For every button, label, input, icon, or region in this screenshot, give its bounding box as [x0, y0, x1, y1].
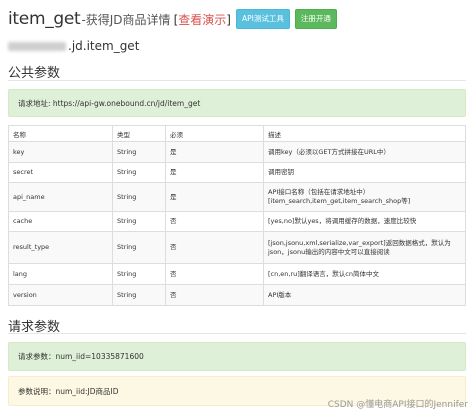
param-name: version — [8, 284, 113, 306]
param-type: String — [112, 284, 166, 306]
param-type: String — [112, 182, 166, 212]
demo-link-text[interactable]: 查看演示 — [178, 13, 226, 27]
param-type: String — [112, 141, 166, 163]
page-subtitle: -获得JD商品详情 — [81, 12, 171, 27]
table-row: api_name String 是 API接口名称（包括在请求地址中）[item… — [8, 182, 466, 212]
param-type: String — [112, 231, 166, 264]
column-header-required: 必须 — [165, 125, 264, 142]
request-url-text: 请求地址: https://api-gw.onebound.cn/jd/item… — [18, 98, 201, 108]
table-row: secret String 是 调用密钥 — [8, 162, 466, 183]
param-required: 是 — [165, 141, 264, 163]
column-header-type: 类型 — [112, 125, 166, 142]
param-name: lang — [8, 263, 113, 285]
param-required: 是 — [165, 182, 264, 212]
param-type: String — [112, 162, 166, 183]
table-header-row: 名称 类型 必须 描述 — [8, 125, 466, 142]
page-header: item_get -获得JD商品详情 [查看演示] API测试工具 注册开通 — [8, 8, 337, 30]
param-description: API版本 — [263, 284, 466, 306]
param-type: String — [112, 263, 166, 285]
param-type: String — [112, 211, 166, 232]
param-required: 否 — [165, 211, 264, 232]
param-description: [json,jsonu,xml,serialize,var_export]返回数… — [263, 231, 466, 264]
register-button[interactable]: 注册开通 — [294, 9, 337, 29]
param-description-text: 参数说明：num_iid:JD商品ID — [18, 386, 119, 396]
api-test-tool-button[interactable]: API测试工具 — [235, 9, 290, 29]
param-required: 否 — [165, 284, 264, 306]
param-required: 否 — [165, 263, 264, 285]
table-row: key String 是 调用key（必须以GET方式拼接在URL中） — [8, 141, 466, 163]
param-description: 调用key（必须以GET方式拼接在URL中） — [263, 141, 466, 163]
param-description: API接口名称（包括在请求地址中）[item_search,item_get,i… — [263, 182, 466, 212]
divider — [8, 80, 466, 81]
column-header-description: 描述 — [263, 125, 466, 142]
param-required: 否 — [165, 231, 264, 264]
param-description: [yes,no]默认yes，将调用缓存的数据，速度比较快 — [263, 211, 466, 232]
table-row: lang String 否 [cn,en,ru]翻译语言，默认cn简体中文 — [8, 263, 466, 285]
table-row: version String 否 API版本 — [8, 284, 466, 306]
blurred-text — [8, 41, 66, 51]
param-description: [cn,en,ru]翻译语言，默认cn简体中文 — [263, 263, 466, 285]
table-row: result_type String 否 [json,jsonu,xml,ser… — [8, 231, 466, 264]
param-name: key — [8, 141, 113, 163]
api-name-text: .jd.item_get — [68, 39, 140, 53]
param-name: api_name — [8, 182, 113, 212]
watermark: CSDN @懂电商API接口的Jennifer — [327, 400, 468, 410]
param-name: cache — [8, 211, 113, 232]
page-title: item_get — [8, 9, 81, 29]
param-required: 是 — [165, 162, 264, 183]
param-name: secret — [8, 162, 113, 183]
param-name: result_type — [8, 231, 113, 264]
column-header-name: 名称 — [8, 125, 113, 142]
request-url-alert: 请求地址: https://api-gw.onebound.cn/jd/item… — [8, 89, 466, 117]
request-example-alert: 请求参数：num_iid=10335871600 — [8, 342, 466, 371]
table-row: cache String 否 [yes,no]默认yes，将调用缓存的数据，速度… — [8, 211, 466, 232]
request-example-text: 请求参数：num_iid=10335871600 — [18, 352, 144, 361]
public-params-table: 名称 类型 必须 描述 key String 是 调用key（必须以GET方式拼… — [8, 125, 466, 306]
divider — [8, 333, 466, 334]
param-description: 调用密钥 — [263, 162, 466, 183]
api-name: .jd.item_get — [8, 38, 139, 54]
public-params-heading: 公共参数 — [8, 66, 61, 81]
demo-link[interactable]: [查看演示] — [174, 11, 231, 28]
